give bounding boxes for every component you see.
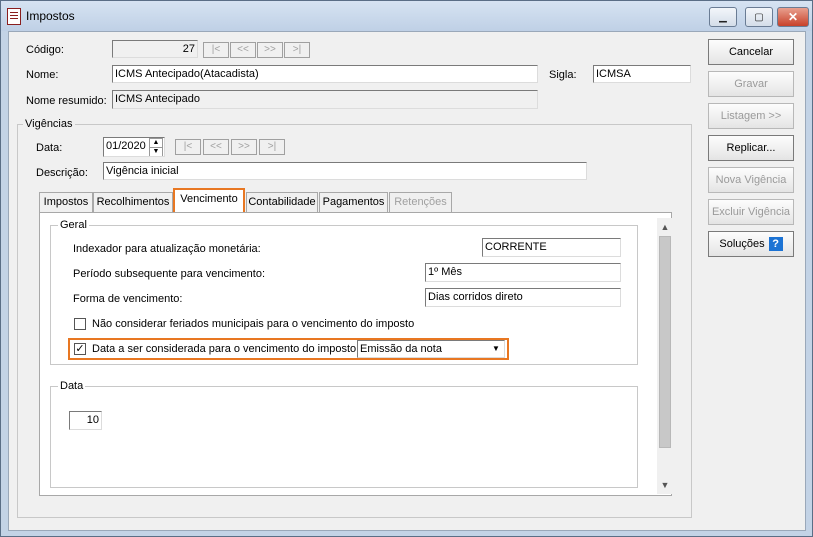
- tab-retencoes[interactable]: Retenções: [389, 192, 452, 212]
- solucoes-label: Soluções: [719, 238, 765, 250]
- vigencia-next-button[interactable]: >>: [231, 139, 257, 155]
- codigo-label: Código:: [26, 44, 64, 56]
- forma-label: Forma de vencimento:: [73, 293, 183, 305]
- nova-vigencia-button[interactable]: Nova Vigência: [708, 167, 794, 193]
- vigencia-data-field[interactable]: 01/2020 ▲ ▼: [103, 137, 165, 157]
- tab-recolhimentos[interactable]: Recolhimentos: [93, 192, 173, 212]
- indexador-label: Indexador para atualização monetária:: [73, 243, 261, 255]
- help-icon: ?: [768, 237, 783, 251]
- forma-field[interactable]: Dias corridos direto: [425, 288, 621, 307]
- codigo-field[interactable]: 27: [112, 40, 198, 58]
- data-considerada-select[interactable]: Emissão da nota ▼: [357, 340, 505, 358]
- data-group: [50, 386, 638, 488]
- replicar-button[interactable]: Replicar...: [708, 135, 794, 161]
- window-client: Código: 27 |< << >> >| Nome: ICMS Anteci…: [8, 31, 806, 531]
- vigencias-title: Vigências: [23, 118, 75, 130]
- periodo-label: Período subsequente para vencimento:: [73, 268, 266, 280]
- vigencia-data-label: Data:: [36, 142, 63, 154]
- codigo-first-button[interactable]: |<: [203, 42, 229, 58]
- app-document-icon: [7, 8, 21, 25]
- panel-scrollbar[interactable]: ▲ ▼: [657, 218, 673, 494]
- data-considerada-value: Emissão da nota: [360, 343, 442, 355]
- tab-contabilidade[interactable]: Contabilidade: [246, 192, 318, 212]
- data-day-field[interactable]: 10: [69, 411, 102, 430]
- data-group-title: Data: [58, 380, 86, 392]
- geral-title: Geral: [58, 219, 89, 231]
- nome-resumido-label: Nome resumido:: [26, 95, 107, 107]
- codigo-prev-button[interactable]: <<: [230, 42, 256, 58]
- tab-pagamentos[interactable]: Pagamentos: [319, 192, 388, 212]
- nao-considerar-label: Não considerar feriados municipais para …: [92, 318, 415, 330]
- spin-down-icon[interactable]: ▼: [149, 147, 163, 156]
- scroll-down-icon[interactable]: ▼: [657, 478, 673, 492]
- data-considerada-checkbox[interactable]: ✓: [74, 343, 86, 355]
- vigencia-data-value: 01/2020: [106, 140, 146, 152]
- tab-vencimento[interactable]: Vencimento: [173, 188, 245, 214]
- excluir-vigencia-button[interactable]: Excluir Vigência: [708, 199, 794, 225]
- codigo-next-button[interactable]: >>: [257, 42, 283, 58]
- descricao-field[interactable]: Vigência inicial: [103, 162, 587, 180]
- nao-considerar-checkbox[interactable]: [74, 318, 86, 330]
- vigencia-last-button[interactable]: >|: [259, 139, 285, 155]
- sigla-field[interactable]: ICMSA: [593, 65, 691, 83]
- scroll-thumb[interactable]: [659, 236, 671, 448]
- title-bar[interactable]: Impostos ▁ ▢ ✕: [1, 1, 812, 31]
- main-window: Impostos ▁ ▢ ✕ Código: 27 |< << >> >| No…: [0, 0, 813, 537]
- window-title: Impostos: [26, 9, 75, 23]
- descricao-label: Descrição:: [36, 167, 88, 179]
- tab-impostos[interactable]: Impostos: [39, 192, 93, 212]
- scroll-up-icon[interactable]: ▲: [657, 220, 673, 234]
- vigencia-prev-button[interactable]: <<: [203, 139, 229, 155]
- vigencia-first-button[interactable]: |<: [175, 139, 201, 155]
- gravar-button[interactable]: Gravar: [708, 71, 794, 97]
- solucoes-button[interactable]: Soluções ?: [708, 231, 794, 257]
- close-button[interactable]: ✕: [777, 7, 809, 27]
- periodo-field[interactable]: 1º Mês: [425, 263, 621, 282]
- data-considerada-label: Data a ser considerada para o vencimento…: [92, 343, 360, 355]
- codigo-last-button[interactable]: >|: [284, 42, 310, 58]
- maximize-button[interactable]: ▢: [745, 7, 773, 27]
- nome-field[interactable]: ICMS Antecipado(Atacadista): [112, 65, 538, 83]
- chevron-down-icon[interactable]: ▼: [489, 342, 503, 355]
- nome-resumido-field[interactable]: ICMS Antecipado: [112, 90, 538, 109]
- sigla-label: Sigla:: [549, 69, 577, 81]
- minimize-button[interactable]: ▁: [709, 7, 737, 27]
- listagem-button[interactable]: Listagem >>: [708, 103, 794, 129]
- indexador-field[interactable]: CORRENTE: [482, 238, 621, 257]
- cancelar-button[interactable]: Cancelar: [708, 39, 794, 65]
- nome-label: Nome:: [26, 69, 59, 81]
